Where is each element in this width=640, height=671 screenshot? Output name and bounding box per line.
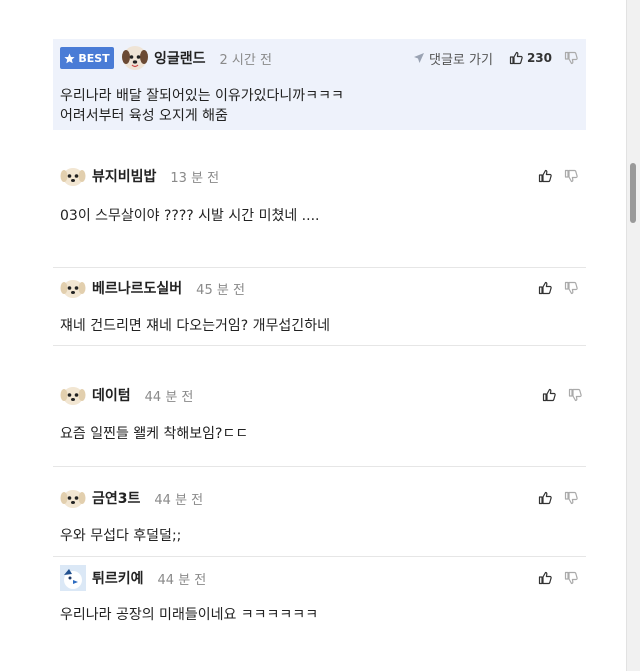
nickname[interactable]: 베르나르도실버 — [92, 278, 182, 298]
timestamp: 45 분 전 — [196, 282, 245, 298]
send-arrow-icon — [414, 53, 424, 63]
avatar[interactable] — [60, 382, 86, 408]
dog-avatar-icon — [122, 46, 148, 70]
like-button[interactable] — [538, 491, 552, 505]
like-count: 230 — [526, 51, 552, 65]
thumbs-up-icon — [538, 491, 552, 505]
avatar[interactable] — [122, 45, 148, 71]
thumbs-up-icon — [509, 51, 523, 65]
comment-actions — [538, 274, 578, 302]
timestamp: 2 시간 전 — [219, 52, 272, 68]
dislike-button[interactable] — [564, 281, 578, 295]
comment-item: 뷰지비빔밥 13 분 전 03이 스무살이야 ???? 시발 시간 미쳤네 ..… — [53, 148, 586, 268]
thumbs-down-icon — [564, 281, 578, 295]
comment-body: 쟤네 건드리면 쟤네 다오는거임? 개무섭긴하네 — [60, 318, 330, 334]
comment-actions — [538, 484, 578, 512]
nickname[interactable]: 데이텀 — [92, 385, 131, 405]
comment-header: BEST 잉글랜드 2 시간 전 — [60, 44, 272, 72]
comment-body: 우와 무섭다 후덜덜;; — [60, 528, 182, 544]
comment-actions — [538, 162, 578, 190]
comment-body: 03이 스무살이야 ???? 시발 시간 미쳤네 .... — [60, 208, 320, 224]
avatar[interactable] — [60, 485, 86, 511]
comment-item: 금연3트 44 분 전 우와 무섭다 후덜덜;; — [53, 467, 586, 557]
comment-header: 뷰지비빔밥 13 분 전 — [60, 162, 219, 190]
star-icon — [64, 53, 75, 63]
comment-header: 베르나르도실버 45 분 전 — [60, 274, 245, 302]
dog-avatar-icon — [60, 490, 86, 508]
like-button[interactable] — [538, 571, 552, 585]
best-badge: BEST — [60, 47, 114, 69]
thumbs-down-icon — [564, 571, 578, 585]
comment-item: 튀르키예 44 분 전 우리나라 공장의 미래들이네요 ㅋㅋㅋㅋㅋㅋ — [53, 557, 586, 671]
scrollbar-thumb[interactable] — [630, 163, 636, 223]
thumbs-down-icon — [564, 491, 578, 505]
comment-panel: BEST 잉글랜드 2 시간 전 댓글로 가기 230 우리나라 배달 잘되어있… — [0, 0, 627, 671]
thumbs-up-icon — [538, 571, 552, 585]
comment-actions — [542, 381, 582, 409]
thumbs-down-icon — [568, 388, 582, 402]
dog-avatar-icon — [60, 280, 86, 298]
like-button[interactable] — [542, 388, 556, 402]
comment-actions: 댓글로 가기 230 — [413, 44, 578, 72]
dislike-button[interactable] — [568, 388, 582, 402]
thumbs-down-icon — [564, 51, 578, 65]
like-button[interactable] — [538, 169, 552, 183]
comment-body: 요즘 일찐들 왤케 착해보임?ㄷㄷ — [60, 426, 249, 442]
comment-body: 우리나라 배달 잘되어있는 이유가있다니까ㅋㅋㅋ 어려서부터 육성 오지게 해줌 — [60, 88, 344, 124]
avatar[interactable] — [60, 275, 86, 301]
dislike-button[interactable] — [564, 491, 578, 505]
thumbs-up-icon — [542, 388, 556, 402]
comment-header: 데이텀 44 분 전 — [60, 381, 193, 409]
thumbs-down-icon — [564, 169, 578, 183]
dislike-button[interactable] — [564, 169, 578, 183]
comment-body: 우리나라 공장의 미래들이네요 ㅋㅋㅋㅋㅋㅋ — [60, 607, 319, 623]
nickname[interactable]: 잉글랜드 — [154, 48, 206, 68]
timestamp: 13 분 전 — [170, 170, 220, 186]
comment-header: 튀르키예 44 분 전 — [60, 564, 206, 592]
comment-actions — [538, 564, 578, 592]
dislike-button[interactable] — [564, 571, 578, 585]
comment-item: 베르나르도실버 45 분 전 쟤네 건드리면 쟤네 다오는거임? 개무섭긴하네 — [53, 268, 586, 346]
timestamp: 44 분 전 — [154, 492, 204, 508]
dog-avatar-icon — [60, 387, 86, 405]
avatar[interactable] — [60, 565, 86, 591]
like-button[interactable]: 230 — [509, 51, 552, 65]
scrollbar-track[interactable] — [627, 0, 640, 671]
like-button[interactable] — [538, 281, 552, 295]
dislike-button[interactable] — [564, 51, 578, 65]
comment-header: 금연3트 44 분 전 — [60, 484, 203, 512]
comment-best: BEST 잉글랜드 2 시간 전 댓글로 가기 230 우리나라 배달 잘되어있… — [53, 39, 586, 130]
comment-item: 데이텀 44 분 전 요즘 일찐들 왤케 착해보임?ㄷㄷ — [53, 346, 586, 467]
nickname[interactable]: 금연3트 — [92, 488, 140, 508]
bird-avatar-icon — [60, 565, 86, 591]
nickname[interactable]: 튀르키예 — [92, 568, 144, 588]
timestamp: 44 분 전 — [144, 389, 194, 405]
thumbs-up-icon — [538, 169, 552, 183]
dog-avatar-icon — [60, 168, 86, 186]
timestamp: 44 분 전 — [157, 572, 207, 588]
avatar[interactable] — [60, 163, 86, 189]
nickname[interactable]: 뷰지비빔밥 — [92, 166, 156, 186]
go-to-comment-link[interactable]: 댓글로 가기 — [413, 49, 493, 68]
thumbs-up-icon — [538, 281, 552, 295]
